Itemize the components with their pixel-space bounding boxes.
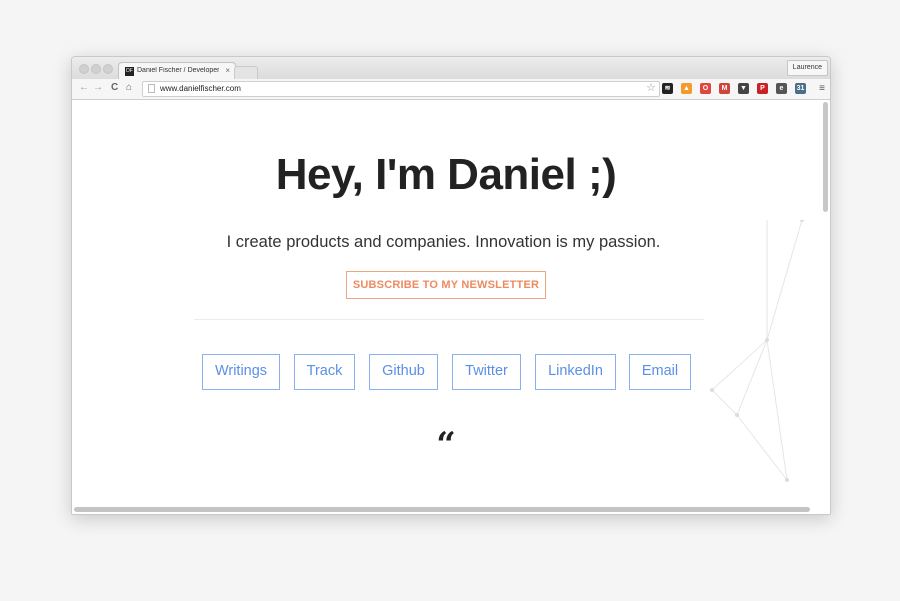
pinterest-icon[interactable]: P <box>757 83 768 94</box>
menu-icon[interactable]: ≡ <box>819 83 825 94</box>
quote-mark: “ <box>436 425 456 465</box>
bookmark-star-icon[interactable]: ☆ <box>646 82 656 95</box>
new-tab-button[interactable] <box>234 66 258 79</box>
gmail-icon[interactable]: M <box>719 83 730 94</box>
horizontal-scrollbar[interactable] <box>74 507 810 512</box>
browser-toolbar: ← → C ⌂ www.danielfischer.com ☆ ≋ ▲ O M ▼ Pe 3… <box>72 79 830 100</box>
calendar-extension-icon[interactable]: 31 <box>795 83 806 94</box>
close-window-button[interactable] <box>79 64 89 74</box>
github-link[interactable]: Github <box>369 354 438 390</box>
tab-active[interactable]: DF Daniel Fischer / Developer, Designer … <box>118 62 236 80</box>
vertical-scrollbar[interactable] <box>823 102 828 212</box>
reload-icon[interactable]: C <box>111 82 118 94</box>
chart-extension-icon[interactable]: ▲ <box>681 83 692 94</box>
twitter-link[interactable]: Twitter <box>452 354 521 390</box>
tab-title: Daniel Fischer / Developer, Designer <box>137 67 219 74</box>
buffer-icon[interactable]: ≋ <box>662 83 673 94</box>
zoom-window-button[interactable] <box>103 64 113 74</box>
email-link[interactable]: Email <box>629 354 691 390</box>
tab-close-icon[interactable]: × <box>225 66 230 75</box>
minimize-window-button[interactable] <box>91 64 101 74</box>
profile-button[interactable]: Laurence <box>786 60 828 76</box>
browser-window: DF Daniel Fischer / Developer, Designer … <box>71 56 831 515</box>
back-icon[interactable]: ← <box>79 82 89 94</box>
url-text: www.danielfischer.com <box>160 84 241 93</box>
opera-extension-icon[interactable]: O <box>700 83 711 94</box>
track-link[interactable]: Track <box>294 354 355 390</box>
forward-icon[interactable]: → <box>93 82 103 94</box>
address-bar[interactable]: www.danielfischer.com ☆ <box>142 81 660 97</box>
pocket-icon[interactable]: ▼ <box>738 83 749 94</box>
network-decoration <box>710 220 804 482</box>
tagline: I create products and companies. Innovat… <box>226 233 661 251</box>
page-icon <box>148 84 155 93</box>
home-icon[interactable]: ⌂ <box>126 82 132 94</box>
tab-strip: DF Daniel Fischer / Developer, Designer … <box>72 57 830 80</box>
page-viewport: Hey, I'm Daniel ;) I create products and… <box>72 100 830 514</box>
writings-link[interactable]: Writings <box>202 354 280 390</box>
linkedin-link[interactable]: LinkedIn <box>535 354 616 390</box>
site-favicon-icon: DF <box>125 67 134 76</box>
subscribe-newsletter-button[interactable]: SUBSCRIBE TO MY NEWSLETTER <box>346 271 546 299</box>
divider <box>194 319 704 320</box>
bio-text: Daniel Fischer is one of the most talent… <box>72 498 820 506</box>
evernote-icon[interactable]: e <box>776 83 787 94</box>
page-title: Hey, I'm Daniel ;) <box>275 150 617 199</box>
